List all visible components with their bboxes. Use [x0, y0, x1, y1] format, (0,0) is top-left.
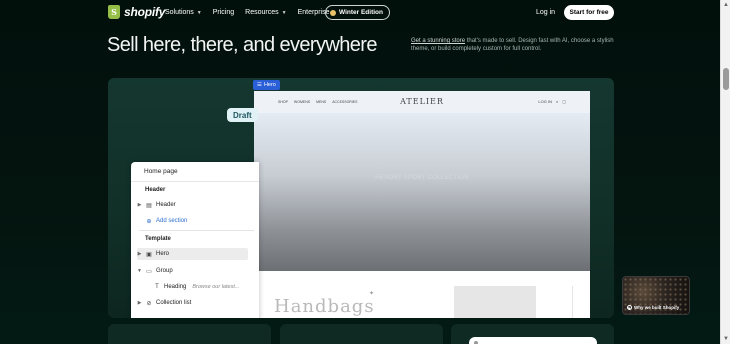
layout-icon: ▤: [146, 202, 152, 209]
scroll-thumb[interactable]: [723, 68, 729, 90]
plus-circle-icon: ⊕: [146, 218, 152, 225]
add-section-label: Add section: [156, 218, 188, 224]
sidebar-item-label: Header: [156, 202, 176, 208]
sidebar-item-collection-list[interactable]: ▶ ⊘ Collection list: [137, 297, 192, 309]
shopping-bag-icon: S: [108, 5, 120, 19]
theme-preview: SHOP WOMENS MENS ACCESSORIES ATELIER LOG…: [254, 91, 590, 318]
login-link[interactable]: Log in: [536, 9, 555, 16]
winter-edition-button[interactable]: Winter Edition: [325, 5, 390, 20]
nav-resources-label: Resources: [245, 9, 279, 16]
chevron-right-icon: ▶: [137, 202, 142, 208]
sidebar-item-hero[interactable]: ▶ ▣ Hero: [137, 248, 248, 260]
nav-solutions[interactable]: Solutions ▼: [165, 9, 202, 16]
video-label: ▶ Why we built Shopify: [627, 305, 679, 310]
feature-card: [451, 324, 614, 344]
editor-sidebar: Home page Header ▶ ▤ Header ⊕ Add sectio…: [131, 162, 259, 318]
nav-pricing-label: Pricing: [212, 9, 235, 16]
get-store-link[interactable]: Get a stunning store: [411, 38, 465, 44]
chevron-right-icon: ▶: [137, 251, 142, 257]
edition-icon: [330, 9, 336, 16]
image-section-icon: ▣: [146, 251, 152, 258]
nav-links: Solutions ▼ Pricing Resources ▼ Enterpri…: [165, 9, 329, 16]
preview-header: SHOP WOMENS MENS ACCESSORIES ATELIER LOG…: [254, 91, 590, 113]
chevron-down-icon: ▼: [281, 9, 287, 16]
sidebar-item-label: Group: [156, 268, 173, 274]
play-icon: ▶: [627, 305, 632, 310]
sidebar-item-label: Heading: [164, 284, 187, 290]
nav-resources[interactable]: Resources ▼: [245, 9, 286, 16]
nav-solutions-label: Solutions: [165, 9, 194, 16]
shopify-logo[interactable]: S shopify: [108, 5, 165, 19]
hero-description: Get a stunning store that's made to sell…: [411, 37, 616, 53]
chevron-right-icon: ▶: [137, 300, 142, 306]
preview-product-section: Handbags ✦: [254, 271, 590, 318]
chevron-down-icon: ▼: [196, 9, 202, 16]
preview-hero-text: RESORT SPORT COLLECTION: [375, 175, 469, 181]
preview-account-link: LOG IN: [538, 99, 552, 104]
hero-section-tag[interactable]: ☰ Hero: [253, 80, 280, 90]
scroll-up-arrow-icon[interactable]: ▲: [721, 0, 730, 10]
folder-icon: ▭: [146, 268, 152, 275]
winter-edition-label: Winter Edition: [339, 9, 383, 16]
sidebar-item-label: Hero: [156, 251, 170, 257]
text-icon: T: [155, 284, 159, 290]
sidebar-item-heading[interactable]: T Heading Browse our latest...: [153, 281, 239, 293]
page-scrollbar[interactable]: ▲ ▼: [720, 0, 730, 344]
sidebar-title: Home page: [131, 162, 259, 182]
sidebar-item-label: Collection list: [156, 300, 192, 306]
preview-script-heading: Handbags: [274, 296, 375, 317]
page: S shopify Solutions ▼ Pricing Resources …: [0, 0, 720, 344]
add-section-button[interactable]: ⊕ Add section: [137, 215, 187, 227]
preview-product-image: [454, 286, 536, 318]
section-icon: ☰: [257, 82, 262, 88]
hero-tag-label: Hero: [263, 82, 276, 88]
preview-hero-image: RESORT SPORT COLLECTION: [254, 113, 590, 271]
sidebar-item-group[interactable]: ▼ ▭ Group: [137, 265, 173, 277]
collection-icon: ⊘: [146, 300, 152, 307]
card-input-field: [469, 337, 597, 344]
editor-showcase-card: SHOP WOMENS MENS ACCESSORIES ATELIER LOG…: [108, 78, 614, 318]
feature-card: [280, 324, 443, 344]
draft-badge: Draft: [227, 108, 258, 122]
sidebar-template-heading: Template: [145, 236, 171, 242]
sidebar-header-heading: Header: [145, 187, 166, 193]
video-label-text: Why we built Shopify: [634, 305, 680, 310]
chevron-down-icon: ▼: [137, 268, 142, 274]
divider: [139, 230, 254, 231]
top-nav: S shopify Solutions ▼ Pricing Resources …: [0, 0, 720, 26]
search-icon: ⌕: [555, 99, 559, 104]
divider: [572, 286, 573, 318]
preview-icons: LOG IN ⌕ ▢: [538, 99, 566, 104]
video-thumbnail[interactable]: ▶ Why we built Shopify: [622, 276, 690, 315]
logo-wordmark: shopify: [124, 5, 166, 19]
cart-icon: ▢: [562, 99, 566, 104]
sparkle-icon: ✦: [369, 291, 375, 297]
feature-card: [108, 324, 271, 344]
heading-hint: Browse our latest...: [192, 284, 240, 290]
page-title: Sell here, there, and everywhere: [107, 34, 377, 56]
sidebar-item-header[interactable]: ▶ ▤ Header: [137, 199, 176, 211]
start-for-free-button[interactable]: Start for free: [564, 5, 614, 20]
scroll-down-arrow-icon[interactable]: ▼: [721, 334, 730, 344]
nav-pricing[interactable]: Pricing: [213, 9, 234, 16]
